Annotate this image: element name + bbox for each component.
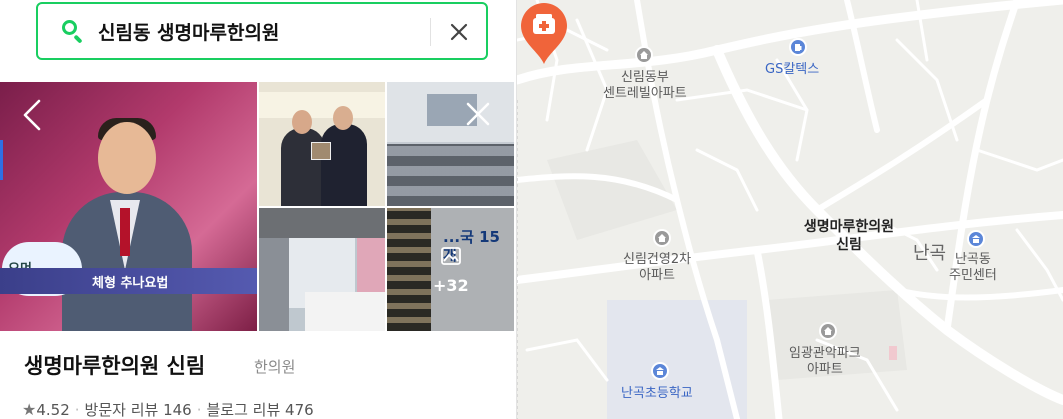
more-photos-count: +32 [433,276,469,295]
chevron-left-icon[interactable] [20,98,44,132]
close-gallery-icon[interactable] [464,100,492,128]
map-label-apt1[interactable]: 신림동부 센트레빌아파트 [603,70,687,102]
place-title: 생명마루한의원 신림 [24,354,206,378]
close-icon[interactable] [446,19,472,45]
clear-search-button[interactable] [446,19,472,45]
school-icon[interactable] [651,362,669,380]
photo-banner-text: 체형 추나요법 [92,276,169,291]
photo-thumbnail[interactable] [259,208,385,331]
map-label-apt2[interactable]: 신림건영2차 아파트 [623,252,691,284]
map-label-pin[interactable]: 생명마루한의원 신림 [785,218,913,254]
visitor-reviews-link[interactable]: 방문자 리뷰 146 [85,401,192,419]
photo-thumbnail[interactable] [259,82,385,206]
map-label-community[interactable]: 난곡동 주민센터 [949,252,997,284]
map-label-apt3[interactable]: 임광관악파크 아파트 [789,346,861,378]
search-input[interactable] [98,20,398,42]
apartment-poi-icon[interactable] [653,229,671,247]
map-label-gs[interactable]: GS칼텍스 [765,62,819,78]
photo-thumbnail[interactable] [387,82,514,206]
map-view[interactable]: 신림동부 센트레빌아파트 GS칼텍스 신림건영2차 아파트 난곡 난곡동 주민센터 임… [517,0,1063,419]
gas-station-icon[interactable] [789,38,807,56]
search-icon[interactable] [62,20,84,44]
government-office-icon[interactable] [967,230,985,248]
star-icon: ★ [22,400,37,419]
apartment-poi-icon[interactable] [819,322,837,340]
place-category: 한의원 [254,358,296,376]
clinic-pin-icon[interactable] [517,0,571,66]
map-label-school[interactable]: 난곡초등학교 [621,386,693,402]
apartment-poi-icon[interactable] [635,46,653,64]
rating-value: 4.52 [36,401,70,419]
map-label-district: 난곡 [913,243,947,264]
place-stats: ★4.52 · 방문자 리뷰 146 · 블로그 리뷰 476 [22,400,314,419]
blog-reviews-link[interactable]: 블로그 리뷰 476 [206,401,313,419]
place-panel: 오먼 체형 추나요법 ...국 15개 [0,0,517,419]
app-root: 오먼 체형 추나요법 ...국 15개 [0,0,1063,419]
image-icon [441,247,461,265]
photo-gallery: 오먼 체형 추나요법 ...국 15개 [0,82,514,331]
search-divider [430,18,431,46]
search-box[interactable] [36,2,488,60]
photo-more-thumbnail[interactable]: ...국 15개 +32 [387,208,514,331]
panel-accent-bar [0,140,3,180]
